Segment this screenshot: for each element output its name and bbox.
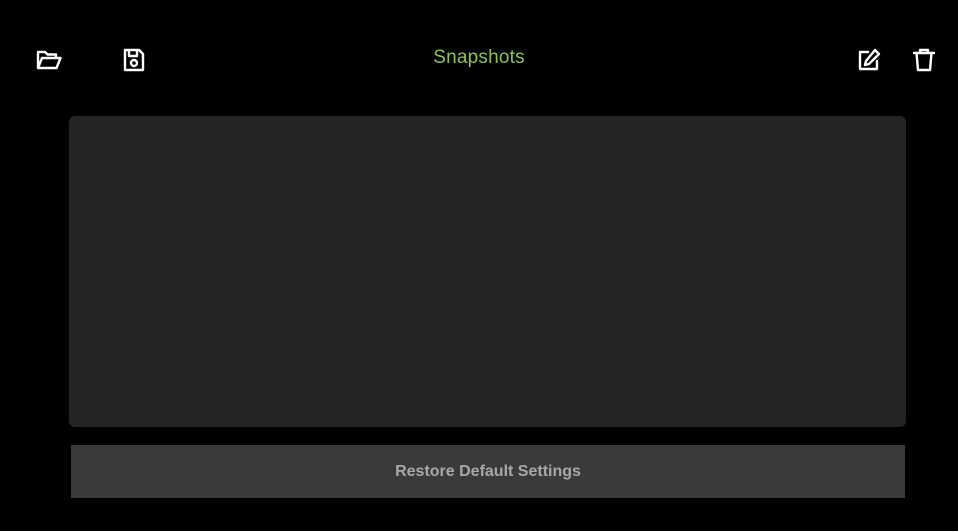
- trash-icon: [911, 47, 937, 73]
- page-title: Snapshots: [433, 47, 525, 68]
- restore-default-settings-button[interactable]: Restore Default Settings: [71, 445, 905, 498]
- edit-snapshot-button[interactable]: [853, 44, 885, 76]
- snapshots-screen: Snapshots Restore Default Settings: [0, 0, 958, 531]
- delete-snapshot-button[interactable]: [908, 44, 940, 76]
- snapshot-list[interactable]: [69, 116, 906, 427]
- edit-icon: [856, 47, 882, 73]
